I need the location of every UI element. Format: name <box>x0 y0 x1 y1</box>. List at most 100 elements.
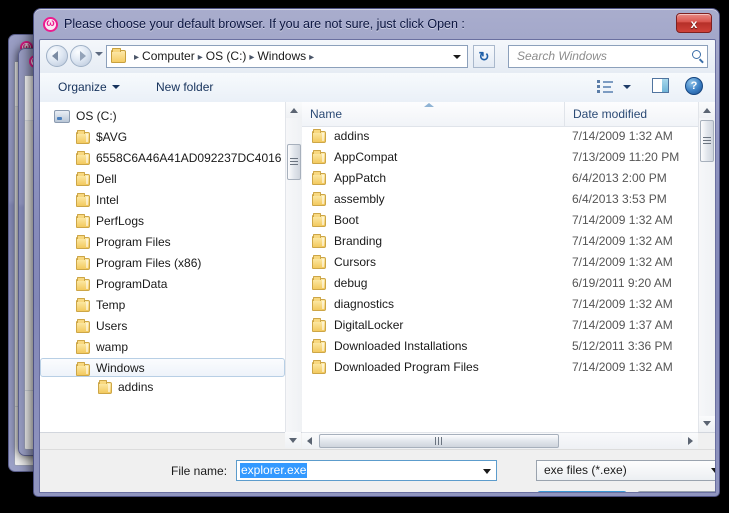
folder-icon <box>312 255 326 269</box>
table-row[interactable]: addins 7/14/2009 1:32 AM <box>302 126 698 147</box>
scrollbar-thumb[interactable] <box>319 434 559 448</box>
file-rows-container: addins 7/14/2009 1:32 AM AppCompat 7/13/200… <box>302 126 698 432</box>
file-name-dropdown-icon[interactable] <box>483 469 491 474</box>
drive-icon <box>54 110 70 123</box>
back-button[interactable] <box>46 45 68 67</box>
organize-button[interactable]: Organize <box>50 73 128 102</box>
scroll-up-button[interactable] <box>699 102 715 118</box>
scroll-down-button[interactable] <box>699 416 715 432</box>
refresh-button[interactable]: ↻ <box>473 45 495 68</box>
tree-item-label: OS (C:) <box>76 109 117 123</box>
preview-pane-button[interactable] <box>652 78 669 93</box>
folder-icon <box>312 171 326 185</box>
table-row[interactable]: Branding 7/14/2009 1:32 AM <box>302 231 698 252</box>
column-header-name[interactable]: Name <box>310 102 342 126</box>
breadcrumb-item-computer[interactable]: Computer <box>142 49 195 63</box>
tree-item-label: $AVG <box>96 130 128 144</box>
folder-tree: OS (C:) $AVG 6558C6A46A41AD092237DC4016 Del… <box>40 106 285 398</box>
table-row[interactable]: DigitalLocker 7/14/2009 1:37 AM <box>302 315 698 336</box>
tree-item[interactable]: Program Files (x86) <box>40 253 285 274</box>
tree-item[interactable]: ProgramData <box>40 274 285 295</box>
cancel-button[interactable]: Cancel <box>637 491 715 492</box>
search-input[interactable]: Search Windows <box>508 45 708 68</box>
title-bar[interactable]: ω Please choose your default browser. If… <box>34 9 719 39</box>
tree-item[interactable]: Program Files <box>40 232 285 253</box>
folder-icon <box>76 193 90 207</box>
open-button[interactable]: Open <box>537 491 627 493</box>
scrollbar-thumb[interactable] <box>700 120 714 162</box>
column-header-date-modified[interactable]: Date modified <box>564 102 647 126</box>
back-arrow-icon <box>52 51 58 61</box>
file-name-cell: assembly <box>334 192 385 206</box>
breadcrumb-item-windows[interactable]: Windows <box>257 49 306 63</box>
folder-icon <box>312 318 326 332</box>
navigation-tree-pane[interactable]: OS (C:) $AVG 6558C6A46A41AD092237DC4016 Del… <box>40 102 285 432</box>
file-list-pane[interactable]: Name Date modified addins 7/14/2009 1:32 … <box>302 102 698 432</box>
table-row[interactable]: Cursors 7/14/2009 1:32 AM <box>302 252 698 273</box>
table-row[interactable]: Boot 7/14/2009 1:32 AM <box>302 210 698 231</box>
tree-item-selected[interactable]: Windows <box>40 358 285 377</box>
folder-icon <box>76 151 90 165</box>
folder-icon <box>111 48 126 63</box>
tree-item[interactable]: Dell <box>40 169 285 190</box>
table-row[interactable]: diagnostics 7/14/2009 1:32 AM <box>302 294 698 315</box>
view-layout-icon <box>597 80 613 94</box>
folder-icon <box>76 298 90 312</box>
folder-icon <box>312 129 326 143</box>
file-name-label: File name: <box>171 464 228 478</box>
forward-button[interactable] <box>70 45 92 67</box>
date-modified-cell: 7/14/2009 1:32 AM <box>572 255 673 269</box>
tree-item[interactable]: addins <box>40 377 285 398</box>
tree-item[interactable]: Intel <box>40 190 285 211</box>
scroll-up-button[interactable] <box>286 102 302 118</box>
page-title: Please choose your default browser. If y… <box>64 17 465 31</box>
table-row[interactable]: AppPatch 6/4/2013 2:00 PM <box>302 168 698 189</box>
dialog-footer: File name: explorer.exe exe files (*.exe… <box>40 449 715 492</box>
folder-icon <box>98 380 112 394</box>
tree-item[interactable]: 6558C6A46A41AD092237DC4016 <box>40 148 285 169</box>
folder-icon <box>76 319 90 333</box>
date-modified-cell: 7/14/2009 1:32 AM <box>572 360 673 374</box>
file-type-value: exe files (*.exe) <box>544 463 627 477</box>
table-row[interactable]: assembly 6/4/2013 3:53 PM <box>302 189 698 210</box>
tree-item-label: addins <box>118 380 154 394</box>
forward-arrow-icon <box>80 51 86 61</box>
tree-scroll-down-button[interactable] <box>285 432 301 448</box>
help-button[interactable]: ? <box>685 77 703 95</box>
breadcrumb-item-os-c[interactable]: OS (C:) <box>206 49 247 63</box>
chevron-down-icon <box>711 468 715 473</box>
open-label: Open <box>538 492 604 493</box>
breadcrumb-separator: ▸ <box>249 52 255 63</box>
tree-item-label: Program Files <box>96 235 171 249</box>
tree-item[interactable]: wamp <box>40 337 285 358</box>
table-row[interactable]: debug 6/19/2011 9:20 AM <box>302 273 698 294</box>
file-type-select[interactable]: exe files (*.exe) <box>536 460 715 481</box>
file-list-vertical-scrollbar[interactable] <box>698 102 715 432</box>
tree-vertical-scrollbar[interactable] <box>285 102 302 432</box>
tree-item-label: Intel <box>96 193 119 207</box>
browser-panes: OS (C:) $AVG 6558C6A46A41AD092237DC4016 Del… <box>40 102 715 450</box>
breadcrumb-separator: ▸ <box>197 52 203 63</box>
scroll-left-button[interactable] <box>302 433 318 449</box>
close-button[interactable]: x <box>676 13 712 33</box>
view-layout-button[interactable] <box>597 78 633 97</box>
tree-item[interactable]: OS (C:) <box>40 106 285 127</box>
folder-icon <box>76 130 90 144</box>
address-bar[interactable]: ▸ Computer ▸ OS (C:) ▸ Windows ▸ <box>106 45 468 68</box>
file-list-horizontal-scrollbar[interactable] <box>302 432 698 450</box>
date-modified-cell: 7/14/2009 1:37 AM <box>572 318 673 332</box>
file-name-input[interactable]: explorer.exe <box>236 460 497 481</box>
chevron-down-icon[interactable] <box>95 52 103 56</box>
scrollbar-thumb[interactable] <box>287 144 301 180</box>
table-row[interactable]: Downloaded Installations 5/12/2011 3:36 P… <box>302 336 698 357</box>
table-row[interactable]: Downloaded Program Files 7/14/2009 1:32 A… <box>302 357 698 378</box>
address-dropdown-icon[interactable] <box>453 55 461 59</box>
tree-item[interactable]: Temp <box>40 295 285 316</box>
new-folder-button[interactable]: New folder <box>148 73 221 102</box>
scroll-right-button[interactable] <box>682 433 698 449</box>
tree-item[interactable]: PerfLogs <box>40 211 285 232</box>
table-row[interactable]: AppCompat 7/13/2009 11:20 PM <box>302 147 698 168</box>
tree-item[interactable]: $AVG <box>40 127 285 148</box>
search-icon <box>692 50 701 59</box>
tree-item[interactable]: Users <box>40 316 285 337</box>
